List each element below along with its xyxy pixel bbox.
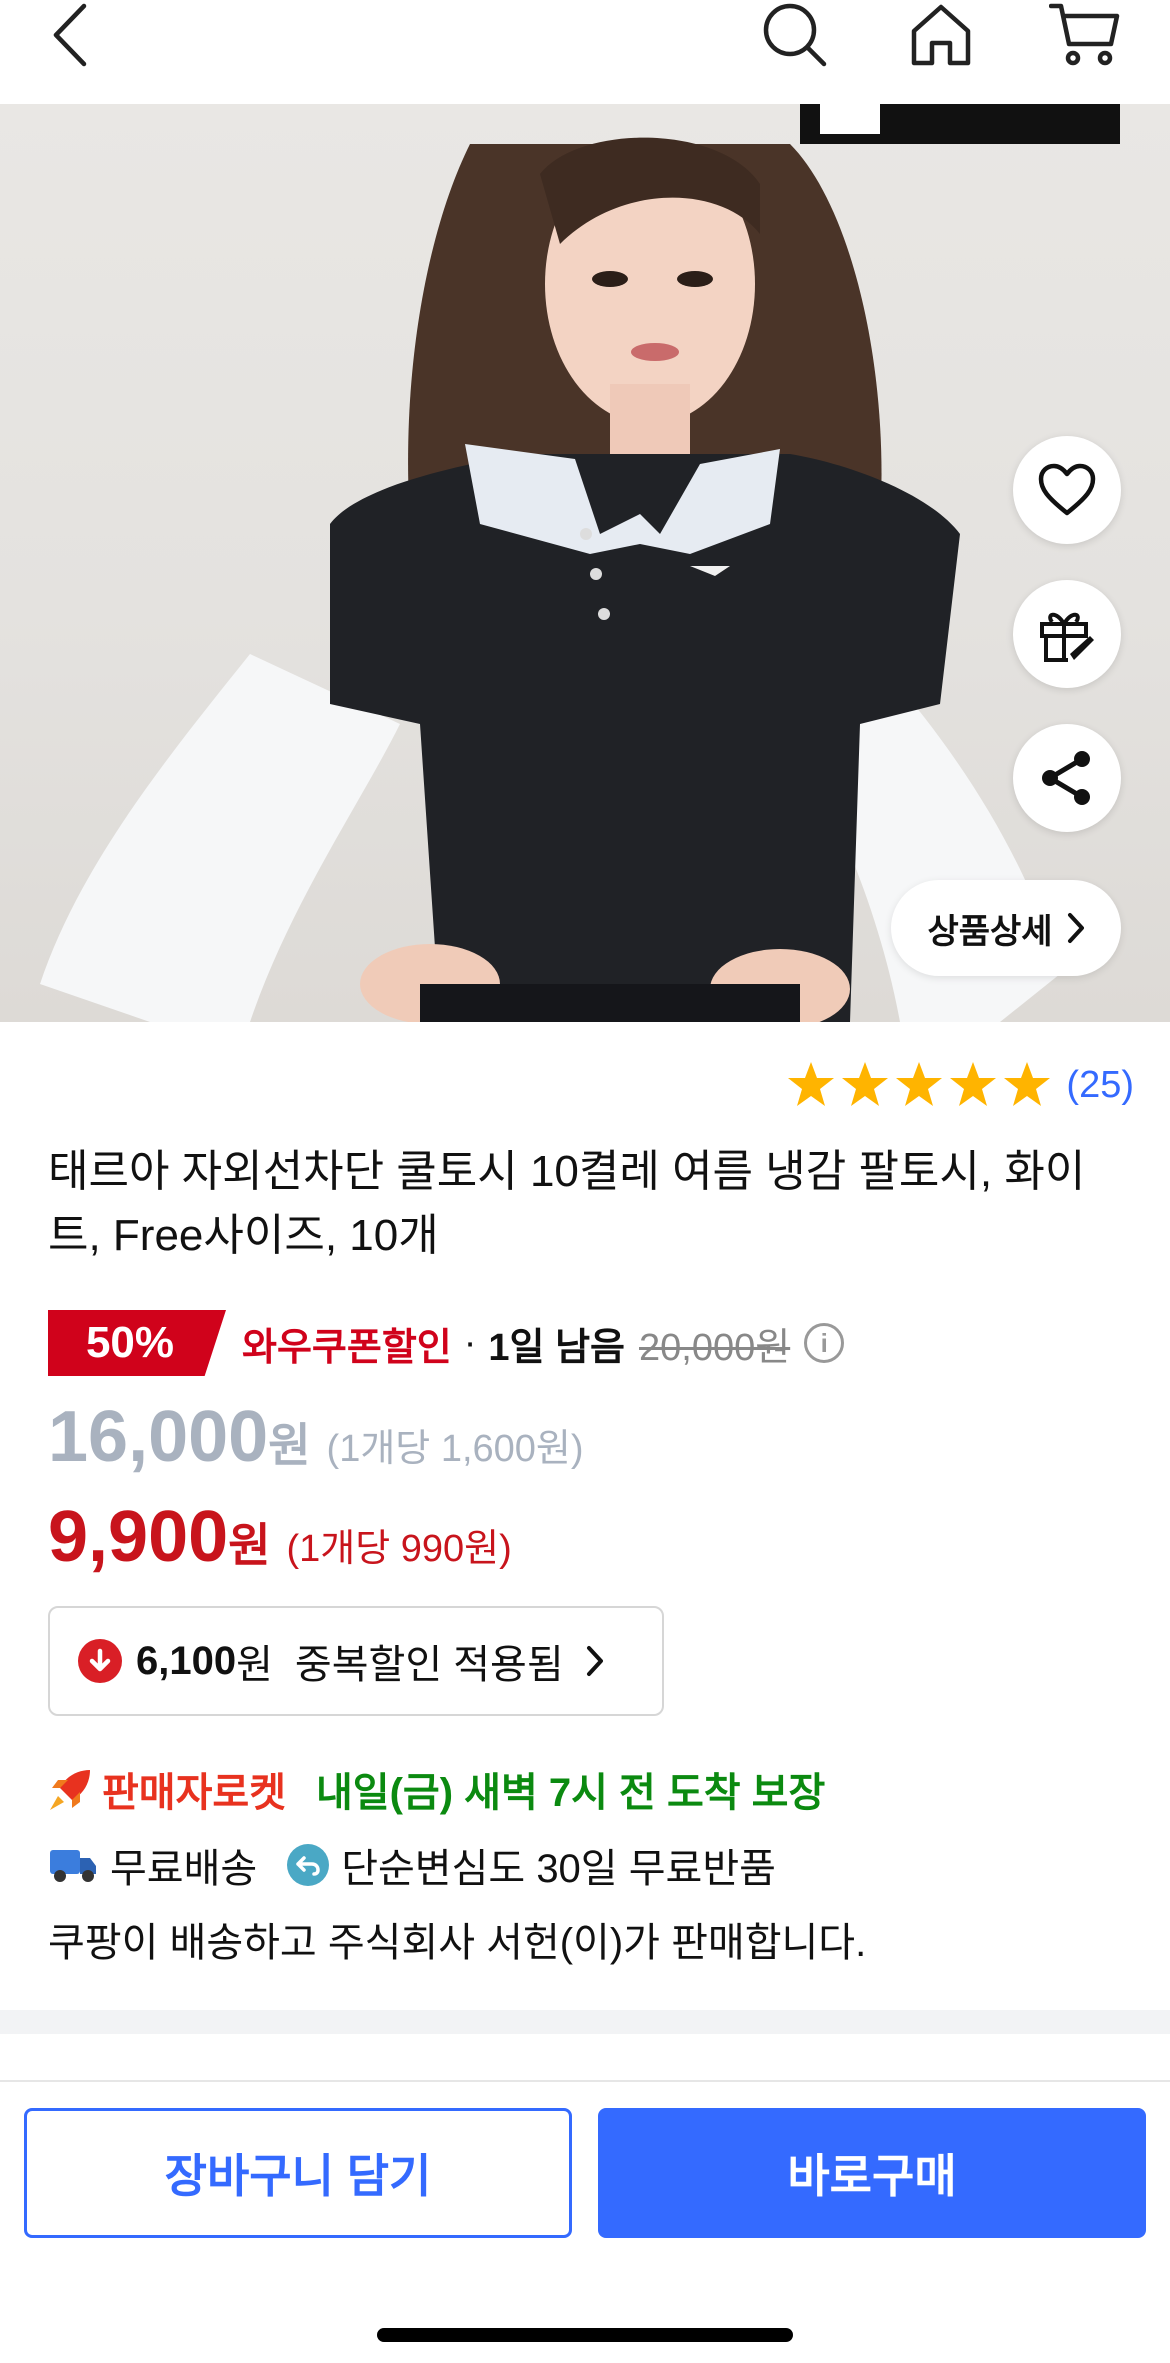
home-button[interactable] bbox=[906, 0, 976, 70]
rocket-icon bbox=[50, 1770, 90, 1810]
return-icon bbox=[287, 1844, 330, 1886]
home-indicator bbox=[377, 2328, 793, 2342]
chevron-right-icon bbox=[586, 1646, 603, 1676]
sale-price-row: 16,000 원 (1개당 1,600원) bbox=[48, 1396, 584, 1478]
final-price-row: 9,900 원 (1개당 990원) bbox=[48, 1496, 512, 1578]
review-count[interactable]: (25) bbox=[1066, 1064, 1134, 1107]
chevron-left-icon bbox=[53, 3, 87, 67]
rating-summary[interactable]: (25) bbox=[786, 1060, 1134, 1110]
product-detail-label: 상품상세 bbox=[927, 912, 1053, 951]
free-return: 단순변심도 30일 무료반품 bbox=[341, 1847, 776, 1891]
rocket-label: 판매자로켓 bbox=[102, 1771, 286, 1815]
separator-dot: · bbox=[463, 1321, 477, 1364]
gift-rocket-icon bbox=[1040, 612, 1094, 662]
home-icon bbox=[911, 4, 971, 66]
sale-price-currency: 원 bbox=[268, 1419, 311, 1471]
info-icon[interactable]: i bbox=[804, 1323, 845, 1363]
shipping-row: 무료배송 단순변심도 30일 무료반품 bbox=[48, 1836, 776, 1894]
truck-icon bbox=[50, 1850, 96, 1882]
star-icon bbox=[896, 1062, 943, 1106]
bottom-action-bar: 장바구니 담기 바로구매 bbox=[0, 2080, 1170, 2363]
final-unit-price: (1개당 990원) bbox=[286, 1528, 512, 1570]
coupon-label: 와우쿠폰할인 bbox=[242, 1326, 452, 1369]
search-icon bbox=[763, 3, 827, 67]
discount-currency: 원 bbox=[236, 1643, 273, 1687]
discount-amount: 6,100 bbox=[136, 1638, 237, 1683]
coupon-row: 50% 와우쿠폰할인 · 1일 남음 20,000원 i bbox=[48, 1310, 845, 1376]
final-price: 9,900 bbox=[48, 1497, 229, 1577]
arrival-guarantee: 내일(금) 새벽 7시 전 도착 보장 bbox=[316, 1771, 826, 1815]
rocket-delivery-row: 판매자로켓 내일(금) 새벽 7시 전 도착 보장 bbox=[48, 1760, 825, 1818]
star-icon bbox=[1004, 1062, 1051, 1106]
product-title: 태르아 자외선차단 쿨토시 10켤레 여름 냉감 팔토시, 화이트, Free사… bbox=[48, 1147, 1086, 1260]
seller-info: 쿠팡이 배송하고 주식회사 서헌(이)가 판매합니다. bbox=[48, 1921, 867, 1965]
search-button[interactable] bbox=[760, 0, 830, 70]
original-price: 20,000원 bbox=[639, 1326, 791, 1369]
cart-icon bbox=[1049, 3, 1120, 66]
gift-button[interactable] bbox=[1013, 580, 1121, 688]
discount-label: 중복할인 적용됨 bbox=[294, 1643, 564, 1687]
remaining-time: 1일 남음 bbox=[488, 1326, 625, 1369]
top-nav-bar bbox=[0, 0, 1170, 104]
product-detail-button[interactable]: 상품상세 bbox=[891, 880, 1121, 976]
chevron-right-icon bbox=[1067, 913, 1084, 943]
product-image-area: 상품상세 bbox=[0, 104, 1170, 1022]
sale-price: 16,000 bbox=[48, 1397, 269, 1477]
share-icon bbox=[1042, 751, 1090, 805]
buy-now-button[interactable]: 바로구매 bbox=[598, 2108, 1146, 2238]
add-to-cart-button[interactable]: 장바구니 담기 bbox=[24, 2108, 572, 2238]
cart-button[interactable] bbox=[1048, 0, 1122, 70]
free-shipping: 무료배송 bbox=[110, 1847, 258, 1891]
star-icon bbox=[788, 1062, 835, 1106]
heart-icon bbox=[1038, 463, 1096, 516]
star-icon bbox=[950, 1062, 997, 1106]
arrow-down-icon bbox=[78, 1639, 122, 1683]
discount-badge: 50% bbox=[48, 1310, 226, 1376]
wishlist-button[interactable] bbox=[1013, 436, 1121, 544]
sale-unit-price: (1개당 1,600원) bbox=[326, 1428, 584, 1470]
back-button[interactable] bbox=[40, 0, 100, 70]
star-icon bbox=[842, 1062, 889, 1106]
section-divider bbox=[0, 2010, 1170, 2034]
extra-discount-box[interactable]: 6,100 원 중복할인 적용됨 bbox=[48, 1606, 664, 1716]
share-button[interactable] bbox=[1013, 724, 1121, 832]
final-price-currency: 원 bbox=[228, 1519, 271, 1571]
